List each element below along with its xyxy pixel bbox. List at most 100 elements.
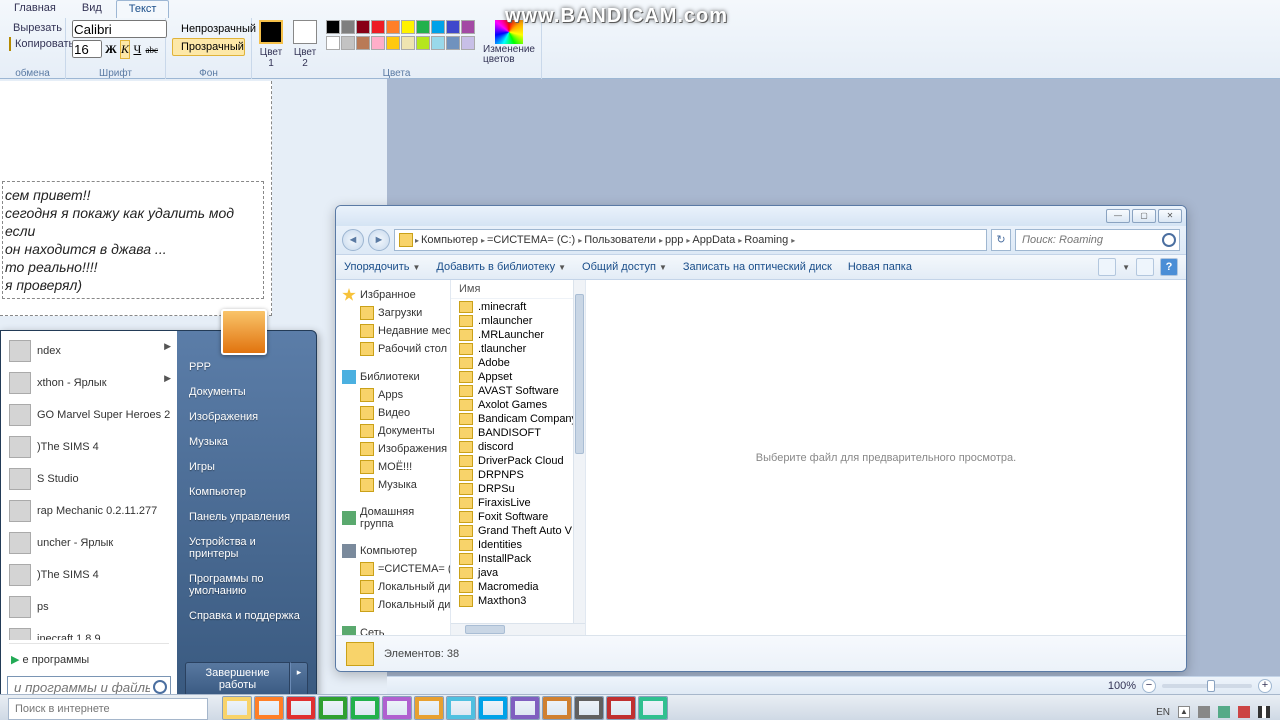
taskbar-app-button[interactable] [510, 696, 540, 720]
sidebar-item[interactable]: Недавние места [336, 322, 450, 340]
add-to-library-button[interactable]: Добавить в библиотеку▼ [436, 261, 566, 273]
sidebar-item[interactable]: =СИСТЕМА= (C:) [336, 560, 450, 578]
language-indicator[interactable]: EN [1156, 707, 1170, 718]
taskbar-app-button[interactable] [382, 696, 412, 720]
file-row[interactable]: java [451, 566, 573, 580]
file-row[interactable]: Foxit Software [451, 510, 573, 524]
file-row[interactable]: Identities [451, 538, 573, 552]
file-row[interactable]: .minecraft [451, 300, 573, 314]
file-row[interactable]: Bandicam Company [451, 412, 573, 426]
taskbar-app-button[interactable] [222, 696, 252, 720]
burn-button[interactable]: Записать на оптический диск [683, 261, 832, 273]
taskbar-app-button[interactable] [350, 696, 380, 720]
sidebar-group-header[interactable]: Домашняя группа [336, 504, 450, 532]
file-row[interactable]: Grand Theft Auto V [451, 524, 573, 538]
sidebar-group-header[interactable]: Компьютер [336, 542, 450, 560]
file-row[interactable]: Axolot Games [451, 398, 573, 412]
strike-button[interactable]: abc [145, 40, 160, 59]
file-row[interactable]: DriverPack Cloud [451, 454, 573, 468]
file-row[interactable]: Appset [451, 370, 573, 384]
tab-text[interactable]: Текст [116, 0, 170, 18]
help-button[interactable]: ? [1160, 258, 1178, 276]
sidebar-item[interactable]: Видео [336, 404, 450, 422]
color-swatch[interactable] [356, 36, 370, 50]
start-right-link[interactable]: PPP [185, 359, 308, 375]
start-right-link[interactable]: Документы [185, 384, 308, 400]
breadcrumb-segment[interactable]: =СИСТЕМА= (C:)▸ [487, 234, 582, 246]
text-editing-box[interactable]: сем привет!!сегодня я покажу как удалить… [2, 181, 264, 299]
sidebar-item[interactable]: Документы [336, 422, 450, 440]
taskbar-app-button[interactable] [318, 696, 348, 720]
breadcrumb-segment[interactable]: Компьютер▸ [421, 234, 485, 246]
tray-icon[interactable] [1238, 706, 1250, 718]
color-swatch[interactable] [431, 20, 445, 34]
color-swatch[interactable] [326, 36, 340, 50]
start-right-link[interactable]: Справка и поддержка [185, 608, 308, 624]
tray-icon[interactable] [1198, 706, 1210, 718]
all-programs-link[interactable]: ▶ е программы [1, 647, 177, 672]
taskbar-app-button[interactable] [286, 696, 316, 720]
font-name-input[interactable] [72, 20, 167, 38]
sidebar-item[interactable]: Загрузки [336, 304, 450, 322]
color-swatch[interactable] [371, 36, 385, 50]
color-swatch[interactable] [431, 36, 445, 50]
zoom-thumb[interactable] [1207, 680, 1215, 692]
color-swatch[interactable] [341, 20, 355, 34]
start-program-item[interactable]: GO Marvel Super Heroes 2 [1, 399, 177, 431]
taskbar-app-button[interactable] [638, 696, 668, 720]
breadcrumb-segment[interactable]: Roaming▸ [744, 234, 795, 246]
taskbar-search-input[interactable] [8, 698, 208, 720]
breadcrumb-segment[interactable]: ppp▸ [665, 234, 690, 246]
color-swatch[interactable] [416, 20, 430, 34]
tab-home[interactable]: Главная [2, 0, 68, 18]
view-button[interactable] [1098, 258, 1116, 276]
sidebar-item[interactable]: МОЁ!!! [336, 458, 450, 476]
color-swatch[interactable] [341, 36, 355, 50]
color-swatch[interactable] [446, 20, 460, 34]
zoom-out-button[interactable]: − [1142, 679, 1156, 693]
maximize-button[interactable]: ▢ [1132, 209, 1156, 223]
scroll-thumb[interactable] [575, 294, 584, 454]
color-swatch[interactable] [386, 20, 400, 34]
zoom-slider[interactable] [1162, 684, 1252, 688]
sidebar-group-header[interactable]: Сеть [336, 624, 450, 635]
start-program-item[interactable]: ps [1, 591, 177, 623]
copy-button[interactable]: Копировать [6, 36, 59, 52]
shutdown-button[interactable]: Завершение работы [185, 662, 290, 696]
taskbar-app-button[interactable] [574, 696, 604, 720]
share-button[interactable]: Общий доступ▼ [582, 261, 667, 273]
tray-icon[interactable] [1218, 706, 1230, 718]
start-program-item[interactable]: xthon - Ярлык▶ [1, 367, 177, 399]
organize-button[interactable]: Упорядочить▼ [344, 261, 420, 273]
start-right-link[interactable]: Игры [185, 459, 308, 475]
address-bar[interactable]: ▸ Компьютер▸=СИСТЕМА= (C:)▸Пользователи▸… [394, 229, 987, 251]
taskbar-app-button[interactable] [254, 696, 284, 720]
new-folder-button[interactable]: Новая папка [848, 261, 912, 273]
color-swatch[interactable] [386, 36, 400, 50]
start-right-link[interactable]: Музыка [185, 434, 308, 450]
tab-view[interactable]: Вид [70, 0, 114, 18]
explorer-search-input[interactable] [1016, 230, 1179, 250]
sidebar-item[interactable]: Изображения [336, 440, 450, 458]
sidebar-group-header[interactable]: Избранное [336, 286, 450, 304]
close-button[interactable]: ✕ [1158, 209, 1182, 223]
taskbar-app-button[interactable] [478, 696, 508, 720]
taskbar-app-button[interactable] [414, 696, 444, 720]
file-row[interactable]: Maxthon3 [451, 594, 573, 608]
back-button[interactable]: ◄ [342, 229, 364, 251]
taskbar-app-button[interactable] [446, 696, 476, 720]
color1-button[interactable]: Цвет 1 [258, 20, 284, 69]
user-avatar[interactable] [221, 309, 267, 355]
opaque-button[interactable]: Непрозрачный [172, 20, 245, 38]
file-row[interactable]: AVAST Software [451, 384, 573, 398]
file-row[interactable]: .mlauncher [451, 314, 573, 328]
start-program-item[interactable]: rap Mechanic 0.2.11.277 [1, 495, 177, 527]
taskbar-app-button[interactable] [542, 696, 572, 720]
start-right-link[interactable]: Компьютер [185, 484, 308, 500]
sidebar-item[interactable]: Музыка [336, 476, 450, 494]
tray-flag-icon[interactable]: ▲ [1178, 706, 1190, 718]
italic-button[interactable]: К [120, 40, 130, 59]
start-right-link[interactable]: Изображения [185, 409, 308, 425]
color2-button[interactable]: Цвет 2 [292, 20, 318, 69]
zoom-in-button[interactable]: + [1258, 679, 1272, 693]
